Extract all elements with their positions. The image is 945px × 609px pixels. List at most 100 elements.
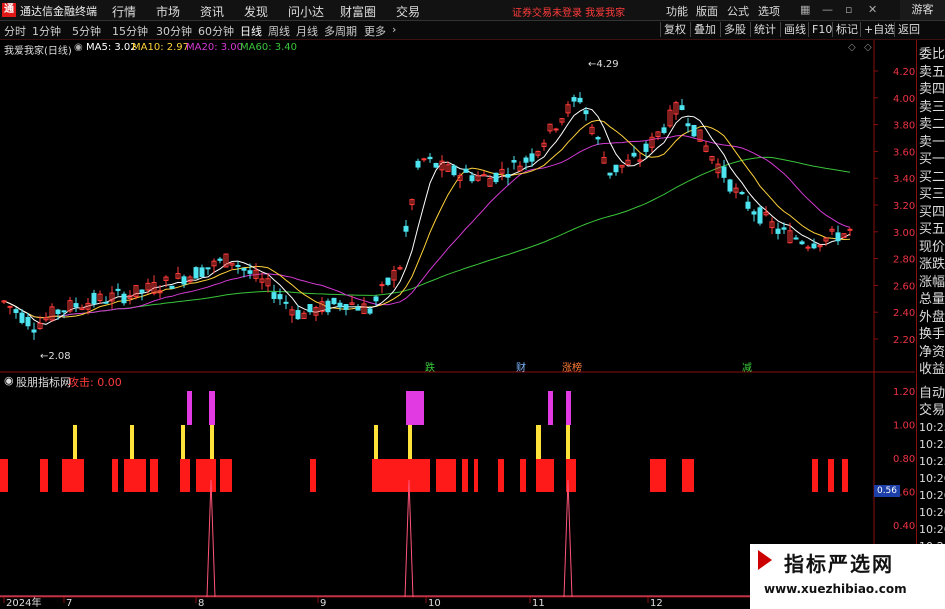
candle-body xyxy=(571,97,577,102)
indicator-toggle-icon[interactable]: ◉ xyxy=(4,374,14,387)
time-axis-label: 2024年 xyxy=(6,596,41,609)
candle-body xyxy=(205,267,211,270)
candle-body xyxy=(169,285,175,289)
indicator-cursor-badge: 0.56 xyxy=(874,485,900,497)
side-panel-item[interactable]: 换手 xyxy=(919,326,945,343)
menu-item-quotes[interactable]: 行情 xyxy=(112,3,136,20)
side-panel-item[interactable]: 买二 xyxy=(919,169,945,186)
chevron-right-icon[interactable]: › xyxy=(392,23,396,36)
price-axis-label: 2.80 xyxy=(893,255,915,266)
menu-item-news[interactable]: 资讯 xyxy=(200,3,224,20)
side-panel-item[interactable]: 买四 xyxy=(919,204,945,221)
maximize-icon[interactable]: ▫ xyxy=(845,3,852,16)
candle-body xyxy=(277,294,283,300)
candle-body xyxy=(679,105,685,111)
kline-chart[interactable]: 4.20 4.00 3.80 3.60 3.40 3.20 3.00 2.80 2.60 2.40… xyxy=(0,40,915,609)
side-panel-item[interactable]: 卖一 xyxy=(919,134,945,151)
menu-item-function[interactable]: 功能 xyxy=(666,3,688,19)
candle-body xyxy=(613,164,619,173)
side-panel-time-item: 10:26 xyxy=(919,523,945,536)
side-panel-item[interactable]: 卖四 xyxy=(919,81,945,98)
tool-back[interactable]: 返回 xyxy=(894,22,923,37)
candle-body xyxy=(757,207,763,224)
minimize-icon[interactable]: — xyxy=(822,3,833,16)
candle-body xyxy=(343,304,349,310)
tab-intraday[interactable]: 分时 xyxy=(4,23,26,39)
indicator-name: 股朋指标网 xyxy=(16,376,71,389)
menu-item-wealth[interactable]: 财富圈 xyxy=(340,3,376,20)
candle-body xyxy=(355,306,361,311)
candle-body xyxy=(469,175,475,182)
tool-stats[interactable]: 统计 xyxy=(750,22,779,37)
event-label-drop[interactable]: 跌 xyxy=(425,359,435,374)
time-axis-label: 11 xyxy=(532,598,545,609)
side-panel-item[interactable]: 收益 xyxy=(919,361,945,378)
attack-spike xyxy=(404,479,414,598)
menu-item-ask[interactable]: 问小达 xyxy=(288,3,324,20)
side-panel-item[interactable]: 卖三 xyxy=(919,99,945,116)
price-axis-label: 3.00 xyxy=(893,228,915,239)
tab-monthly[interactable]: 月线 xyxy=(296,23,318,39)
side-panel-item[interactable]: 净资 xyxy=(919,344,945,361)
side-panel-time-item: 10:25 xyxy=(919,455,945,468)
candle-body xyxy=(415,160,421,168)
tool-restore-rights[interactable]: 复权 xyxy=(660,22,689,37)
menu-item-options[interactable]: 选项 xyxy=(758,3,780,19)
tool-draw[interactable]: 画线 xyxy=(780,22,809,37)
tool-multi-stock[interactable]: 多股 xyxy=(720,22,749,37)
menu-item-discover[interactable]: 发现 xyxy=(244,3,268,20)
guest-label[interactable]: 游客 xyxy=(900,0,945,20)
tab-30min[interactable]: 30分钟 xyxy=(156,23,192,39)
login-notice[interactable]: 证券交易未登录 我爱我家 xyxy=(512,4,625,19)
signal-bar-magenta xyxy=(566,391,571,425)
tab-5min[interactable]: 5分钟 xyxy=(72,23,101,39)
tab-daily[interactable]: 日线 xyxy=(240,23,262,39)
candle-body xyxy=(583,110,589,115)
tab-1min[interactable]: 1分钟 xyxy=(32,23,61,39)
candle-body xyxy=(55,309,61,315)
side-panel-item[interactable]: 现价 xyxy=(919,239,945,256)
candle-body xyxy=(523,157,529,163)
signal-bar-red xyxy=(150,459,158,492)
tab-weekly[interactable]: 周线 xyxy=(268,23,290,39)
menu-item-layout[interactable]: 版面 xyxy=(696,3,718,19)
menu-item-trade[interactable]: 交易 xyxy=(396,3,420,20)
signal-bar-red xyxy=(536,459,554,492)
price-axis-label: 2.60 xyxy=(893,281,915,292)
candle-body xyxy=(295,310,301,320)
menu-item-formula[interactable]: 公式 xyxy=(727,3,749,19)
tab-multi-period[interactable]: 多周期 xyxy=(324,23,357,39)
candle-body xyxy=(337,302,343,308)
close-icon[interactable]: ✕ xyxy=(868,3,877,16)
menu-item-market[interactable]: 市场 xyxy=(156,3,180,20)
candle-body xyxy=(577,97,583,103)
candle-body xyxy=(661,127,667,134)
event-label-finance[interactable]: 财 xyxy=(516,359,526,374)
side-panel-item[interactable]: 买一 xyxy=(919,151,945,168)
indicator-axis-label: 1.20 xyxy=(893,387,915,398)
side-panel-item[interactable]: 卖二 xyxy=(919,116,945,133)
candle-body xyxy=(745,201,751,209)
tab-more[interactable]: 更多 xyxy=(364,23,386,39)
tool-overlay[interactable]: 叠加 xyxy=(690,22,719,37)
grid-icon[interactable]: ▦ xyxy=(800,3,810,16)
event-label-top-gainers[interactable]: 涨榜 xyxy=(562,359,582,374)
tool-mark[interactable]: 标记 xyxy=(832,22,861,37)
side-panel-time-item: 交易 xyxy=(919,403,945,418)
tool-add-watchlist[interactable]: +自选 xyxy=(860,22,898,37)
side-panel-time-item: 10:26 xyxy=(919,506,945,519)
side-panel-item[interactable]: 总量 xyxy=(919,291,945,308)
side-panel-item[interactable]: 涨幅 xyxy=(919,274,945,291)
tab-60min[interactable]: 60分钟 xyxy=(198,23,234,39)
side-panel-item[interactable]: 涨跌 xyxy=(919,256,945,273)
side-panel-item[interactable]: 外盘 xyxy=(919,309,945,326)
side-panel-item[interactable]: 卖五 xyxy=(919,64,945,81)
side-panel-item[interactable]: 买三 xyxy=(919,186,945,203)
side-panel-item[interactable]: 买五 xyxy=(919,221,945,238)
tab-15min[interactable]: 15分钟 xyxy=(112,23,148,39)
event-label-reduce[interactable]: 减 xyxy=(742,359,752,374)
low-price-value: 2.08 xyxy=(48,351,71,362)
side-panel-item[interactable]: 委比 xyxy=(919,46,945,63)
side-panel-time-item: 10:25 xyxy=(919,438,945,451)
signal-bar-yellow xyxy=(374,425,378,459)
